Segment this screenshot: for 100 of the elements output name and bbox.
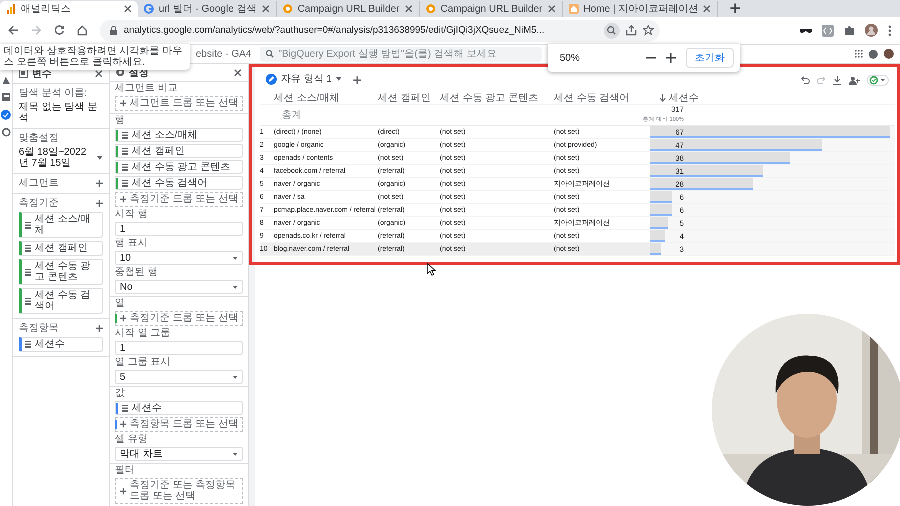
column-header[interactable]: 세션 수동 검색어 [554,91,650,105]
drop-zone[interactable]: 측정기준 드롭 또는 선택 [115,311,243,326]
sort-icon[interactable] [660,94,666,102]
add-icon[interactable] [96,200,103,207]
lock-icon [110,26,118,35]
share-users-icon[interactable] [849,76,860,84]
explore-icon[interactable] [2,76,10,85]
dimension-chip[interactable]: 세션 수동 검색어 [19,288,103,314]
field-label: 맞춤설정 [19,133,60,144]
drag-icon [25,268,31,276]
share-icon[interactable] [626,25,637,36]
close-icon[interactable] [124,5,132,13]
avatar-icon[interactable] [884,49,894,59]
zoom-icon[interactable] [604,22,620,38]
address-bar[interactable]: analytics.google.com/analytics/web/?authuser=0#/analysis/p313638995/edit/GjIQi3jXQsuez_NiM5... [100,20,660,42]
add-icon[interactable] [120,315,127,322]
profile-avatar-icon[interactable] [865,24,878,37]
variable-chip[interactable]: 세션 수동 광고 콘텐츠 [115,160,243,174]
add-icon[interactable] [120,196,127,203]
drag-icon [122,404,128,412]
home-icon [568,4,579,14]
select-field[interactable]: 10 [115,251,243,265]
menu-icon[interactable] [888,24,892,36]
select-field[interactable]: 막대 차트 [115,447,243,461]
drag-icon [25,245,31,252]
bar-chart-icon [6,4,16,14]
select-field[interactable]: 5 [115,370,243,384]
apps-icon[interactable] [855,50,863,58]
new-tab-icon[interactable] [730,3,742,14]
reset-button[interactable]: 초기화 [686,48,734,68]
section-label: 세그먼트 비교 [115,83,179,94]
total-label: 총계 [281,109,303,122]
panel-title: 변수 [32,68,52,80]
variable-chip[interactable]: 세션 수동 검색어 [115,176,243,190]
date-range[interactable]: 6월 18일~2022년 7월 15일 [19,147,95,169]
exploration-name[interactable]: 제목 없는 탐색 분석 [19,102,103,124]
undo-icon[interactable] [801,76,810,84]
section-label: 행 [115,115,126,126]
close-icon[interactable] [404,5,413,13]
drop-zone[interactable]: 측정기준 드롭 또는 선택 [115,192,243,207]
variable-chip[interactable]: 세션수 [115,401,243,415]
code-icon[interactable] [822,24,834,36]
zoom-in-icon[interactable] [666,53,676,63]
property-name: ebsite - GA4 [196,48,252,60]
column-header[interactable]: 세션 소스/매체 [274,91,378,105]
close-icon[interactable] [262,5,270,13]
dimension-chip[interactable]: 세션 캠페인 [19,241,103,256]
dropdown-icon[interactable] [97,156,103,160]
tooltip: 데이터와 상호작용하려면 시각화를 마우스 오른쪽 버튼으로 클릭하세요. [0,44,190,70]
dimension-chip[interactable]: 세션 소스/매체 [19,212,103,238]
section-label: 세그먼트 [19,178,59,189]
drop-zone[interactable]: 측정기준 또는 측정항목 드롭 또는 선택 [115,478,243,504]
dropdown-icon [233,286,238,288]
column-header[interactable]: 세션 수동 광고 콘텐츠 [440,91,554,105]
drag-icon [122,148,128,154]
input-field[interactable]: 1 [115,222,243,236]
zoom-level: 50% [560,52,580,64]
browser-tab[interactable]: 애널리틱스 [0,1,138,17]
add-icon[interactable] [96,180,103,187]
dropdown-icon [233,452,238,456]
add-icon[interactable] [120,421,127,428]
input-field[interactable]: 1 [115,341,243,355]
dropdown-icon [233,256,238,260]
reports-icon[interactable] [2,93,10,102]
metric-chip[interactable]: 세션수 [19,337,103,352]
drop-zone[interactable]: 측정항목 드롭 또는 선택 [115,417,243,432]
add-icon[interactable] [96,325,103,332]
section-label: 셀 유형 [115,434,149,445]
section-label: 측정항목 [19,323,59,334]
close-icon[interactable] [703,5,712,13]
close-icon[interactable] [234,68,242,76]
drag-icon [122,180,128,186]
select-field[interactable]: No [115,280,243,294]
star-icon[interactable] [643,25,654,36]
add-tab-icon[interactable] [353,76,362,84]
status-check-icon[interactable] [867,74,889,86]
section-label: 열 [115,298,126,309]
variable-chip[interactable]: 세션 소스/매체 [115,128,243,142]
dropdown-icon [233,376,238,378]
add-icon[interactable] [120,100,127,107]
section-label: 값 [115,388,126,399]
home-icon[interactable] [77,25,88,36]
close-icon[interactable] [548,5,556,13]
drag-icon [25,341,31,348]
variable-chip[interactable]: 세션 캠페인 [115,144,243,158]
cursor-icon [427,263,436,276]
column-header[interactable]: 세션수 [669,91,699,105]
column-header[interactable]: 세션 캠페인 [378,91,440,105]
dimension-chip[interactable]: 세션 수동 광고 콘텐츠 [19,259,103,285]
back-icon[interactable] [8,25,19,36]
explore-active-icon[interactable] [1,110,11,120]
download-icon[interactable] [833,76,842,84]
drop-zone[interactable]: 세그먼트 드롭 또는 선택 [115,96,243,111]
close-icon[interactable] [95,70,103,78]
add-icon[interactable] [120,488,127,494]
field-label: 탐색 분석 이름: [19,88,88,99]
search-icon [266,50,274,58]
reload-icon[interactable] [54,25,65,36]
drag-icon [25,222,31,228]
section-label: 측정기준 [19,198,59,209]
